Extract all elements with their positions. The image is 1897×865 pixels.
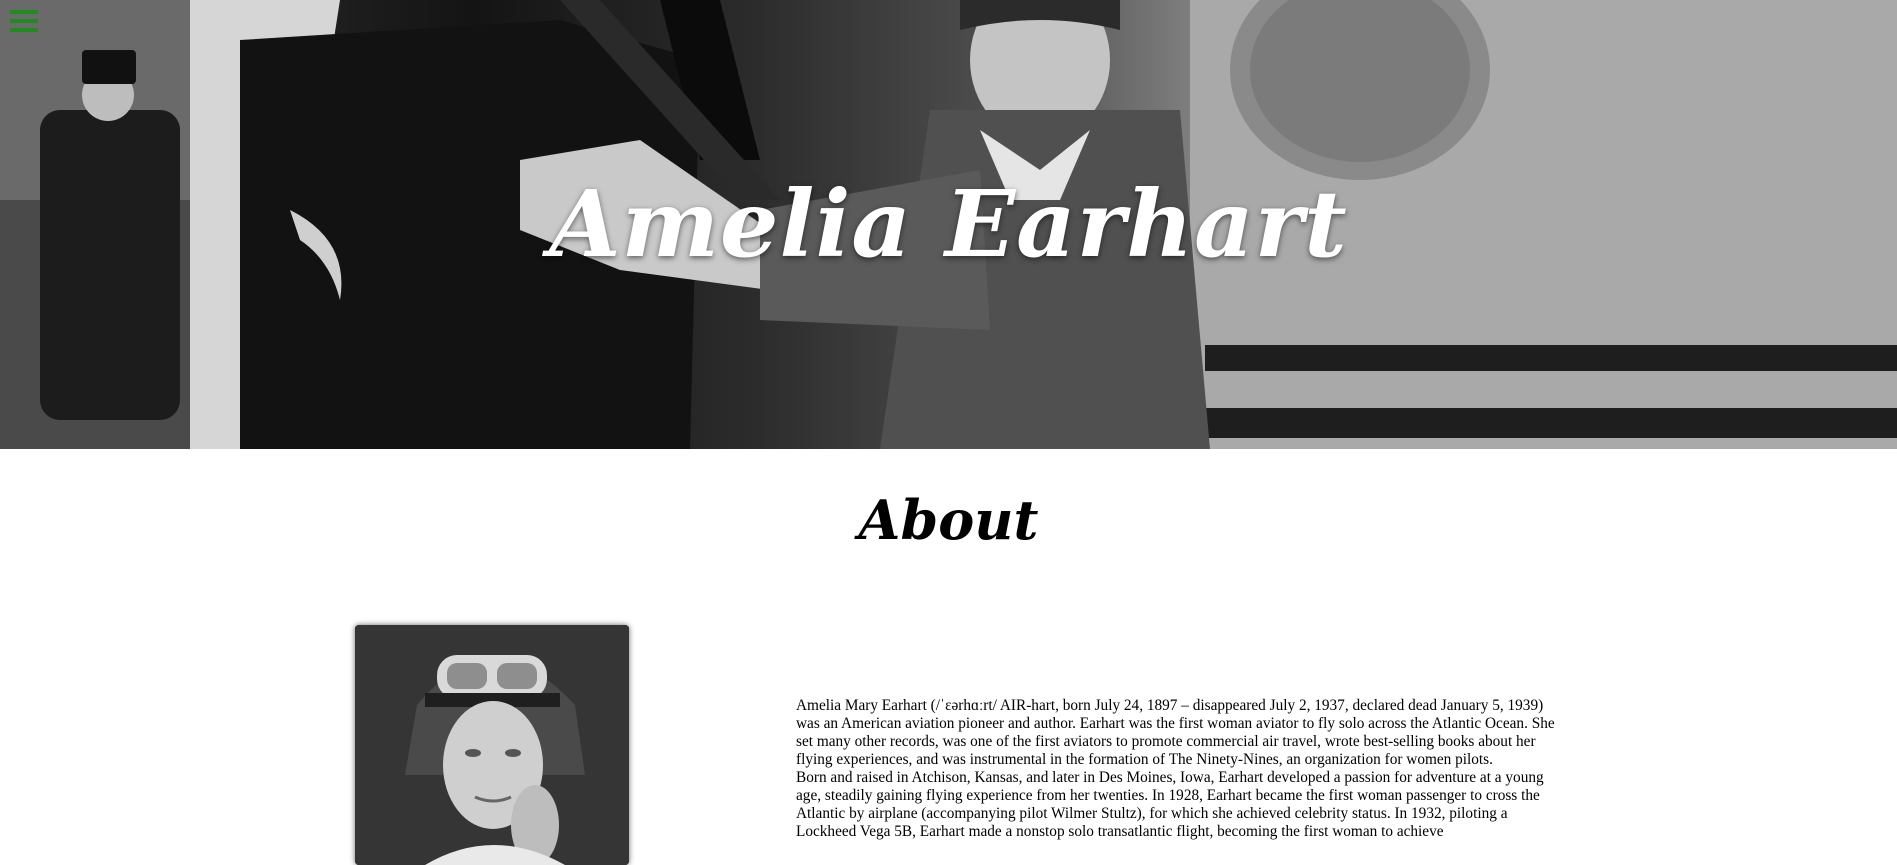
hamburger-menu-icon: [10, 10, 38, 14]
menu-button[interactable]: [10, 10, 40, 36]
about-bio: Amelia Mary Earhart (/ˈɛərhɑːrt/ AIR-har…: [796, 697, 1561, 841]
bio-paragraph: Amelia Mary Earhart (/ˈɛərhɑːrt/ AIR-har…: [796, 697, 1555, 768]
hero-title: Amelia Earhart: [549, 170, 1348, 278]
about-heading: About: [858, 488, 1039, 552]
amelia-portrait-photo: [355, 625, 629, 865]
bio-paragraph: Born and raised in Atchison, Kansas, and…: [796, 769, 1544, 840]
hero-banner: Amelia Earhart: [0, 0, 1897, 449]
portrait-image: [355, 625, 629, 865]
